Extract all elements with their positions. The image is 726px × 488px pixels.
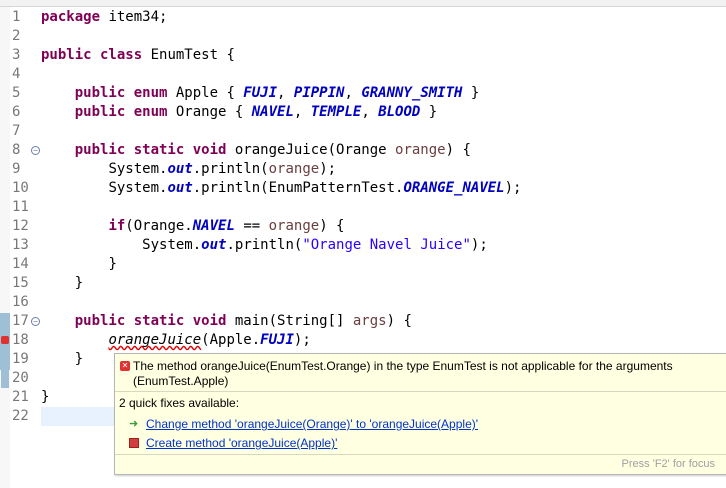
code-line: 16 xyxy=(0,293,726,312)
focus-hint: Press 'F2' for focus xyxy=(621,458,715,470)
line-number: 19 xyxy=(12,351,29,367)
line-number: 18 xyxy=(12,332,29,348)
line-number: 7 xyxy=(12,123,21,139)
code-line: 3 public class EnumTest { xyxy=(12,47,235,63)
line-number: 8 xyxy=(12,142,21,158)
line-number: 6 xyxy=(12,104,21,120)
line-number: 21 xyxy=(12,389,29,405)
error-underline: orangeJuice xyxy=(108,332,202,348)
line-number: 1 xyxy=(12,9,21,25)
line-number: 15 xyxy=(12,275,29,291)
line-number: 22 xyxy=(12,408,29,424)
line-number: 3 xyxy=(12,47,21,63)
code-line: 6 public enum Orange { NAVEL, TEMPLE, BL… xyxy=(12,104,438,120)
code-line: 2 xyxy=(0,27,726,46)
code-line: 17− public static void main(String[] arg… xyxy=(12,313,412,329)
change-method-icon: ➜ xyxy=(129,418,139,430)
line-number: 16 xyxy=(12,294,29,310)
code-line: 18 orangeJuice(Apple.FUJI); xyxy=(12,332,311,348)
fold-toggle-icon[interactable]: − xyxy=(31,317,40,326)
error-message: The method orangeJuice(EnumTest.Orange) … xyxy=(133,359,673,388)
error-icon: ✕ xyxy=(120,361,130,371)
code-line: 10 System.out.println(EnumPatternTest.OR… xyxy=(12,180,522,196)
code-line: 11 xyxy=(0,198,726,217)
line-number: 9 xyxy=(12,161,21,177)
code-line: 13 System.out.println("Orange Navel Juic… xyxy=(12,237,488,253)
code-line: 8− public static void orangeJuice(Orange… xyxy=(12,142,471,158)
line-number: 20 xyxy=(12,370,29,386)
line-number: 10 xyxy=(12,180,29,196)
quick-fix-popup[interactable]: ✕ The method orangeJuice(EnumTest.Orange… xyxy=(114,353,726,475)
code-line: 7 xyxy=(0,122,726,141)
line-number: 17 xyxy=(12,313,29,329)
line-number: 2 xyxy=(12,28,21,44)
line-number: 5 xyxy=(12,85,21,101)
quick-fix-create-method[interactable]: Create method 'orangeJuice(Apple)' xyxy=(146,436,337,450)
line-number: 14 xyxy=(12,256,29,272)
divider xyxy=(115,391,726,392)
line-number: 11 xyxy=(12,199,29,215)
create-method-icon xyxy=(129,438,139,448)
code-line: 4 xyxy=(0,65,726,84)
code-line: 5 public enum Apple { FUJI, PIPPIN, GRAN… xyxy=(12,85,480,101)
fold-toggle-icon[interactable]: − xyxy=(31,146,40,155)
line-number: 13 xyxy=(12,237,29,253)
editor-tab-strip xyxy=(0,0,726,7)
code-line: 12 if(Orange.NAVEL == orange) { xyxy=(12,218,345,234)
code-line: 15 } xyxy=(12,275,84,291)
line-number: 12 xyxy=(12,218,29,234)
code-line: 14 } xyxy=(12,256,117,272)
code-line: 1 package item34; xyxy=(12,9,168,25)
line-number: 4 xyxy=(12,66,21,82)
divider xyxy=(115,454,726,455)
quick-fix-change-method[interactable]: Change method 'orangeJuice(Orange)' to '… xyxy=(146,417,478,431)
code-line: 9 System.out.println(orange); xyxy=(12,161,337,177)
quick-fixes-header: 2 quick fixes available: xyxy=(119,396,240,410)
